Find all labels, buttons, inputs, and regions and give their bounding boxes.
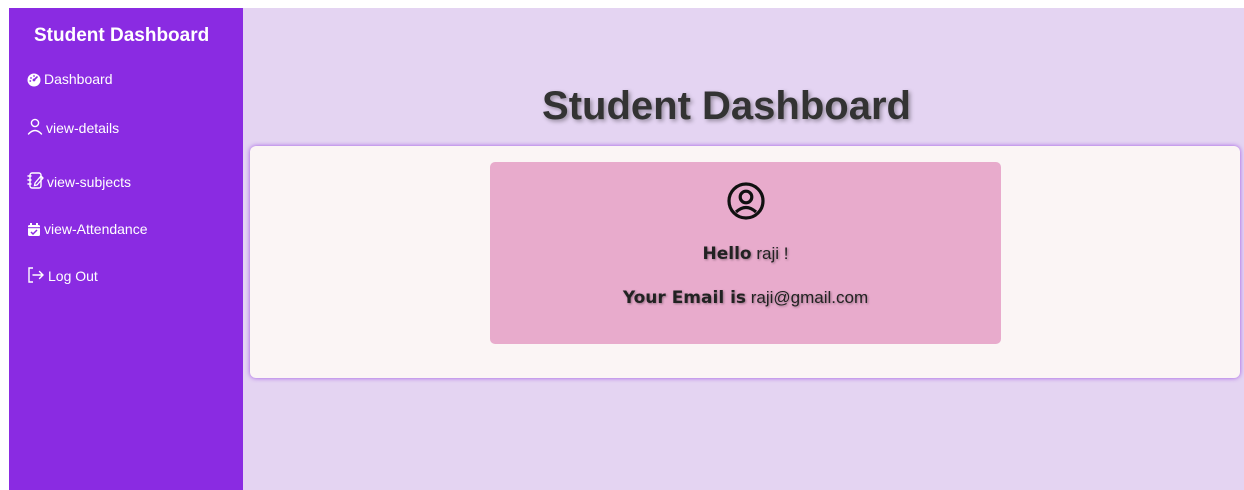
profile-card: Hello raji ! Your Email is raji@gmail.co… [250, 146, 1240, 378]
sidebar-item-label: view-Attendance [44, 221, 148, 237]
sidebar-item-label: view-details [46, 120, 120, 136]
greeting-prefix: Hello [702, 244, 752, 264]
main-content: Student Dashboard Hello raji ! Your Emai… [243, 8, 1244, 490]
user-name: raji ! [756, 244, 789, 263]
sidebar-title: Student Dashboard [34, 25, 210, 46]
logout-arrow-icon [27, 266, 45, 284]
user-email: raji@gmail.com [750, 288, 869, 307]
profile-box: Hello raji ! Your Email is raji@gmail.co… [490, 162, 1001, 344]
greeting-line: Hello raji ! [490, 244, 1001, 264]
sidebar-item-view-attendance[interactable]: view-Attendance [27, 221, 148, 237]
sidebar-item-label: Log Out [48, 268, 98, 284]
notebook-edit-icon [27, 171, 44, 190]
sidebar-item-dashboard[interactable]: Dashboard [27, 71, 113, 87]
sidebar-item-view-details[interactable]: view-details [27, 118, 119, 136]
sidebar-item-label: Dashboard [44, 71, 113, 87]
user-circle-icon [726, 181, 766, 226]
user-outline-icon [27, 118, 43, 136]
sidebar-item-view-subjects[interactable]: view-subjects [27, 171, 131, 190]
sidebar-item-label: view-subjects [47, 174, 132, 190]
email-line: Your Email is raji@gmail.com [490, 288, 1001, 308]
app-frame: Student Dashboard Dashboard view-details… [9, 8, 1244, 490]
calendar-check-icon [27, 223, 41, 237]
sidebar-item-log-out[interactable]: Log Out [27, 266, 98, 284]
sidebar: Student Dashboard Dashboard view-details… [9, 8, 243, 490]
email-prefix: Your Email is [622, 288, 747, 308]
page-title: Student Dashboard [542, 84, 911, 128]
dashboard-gauge-icon [27, 73, 41, 87]
